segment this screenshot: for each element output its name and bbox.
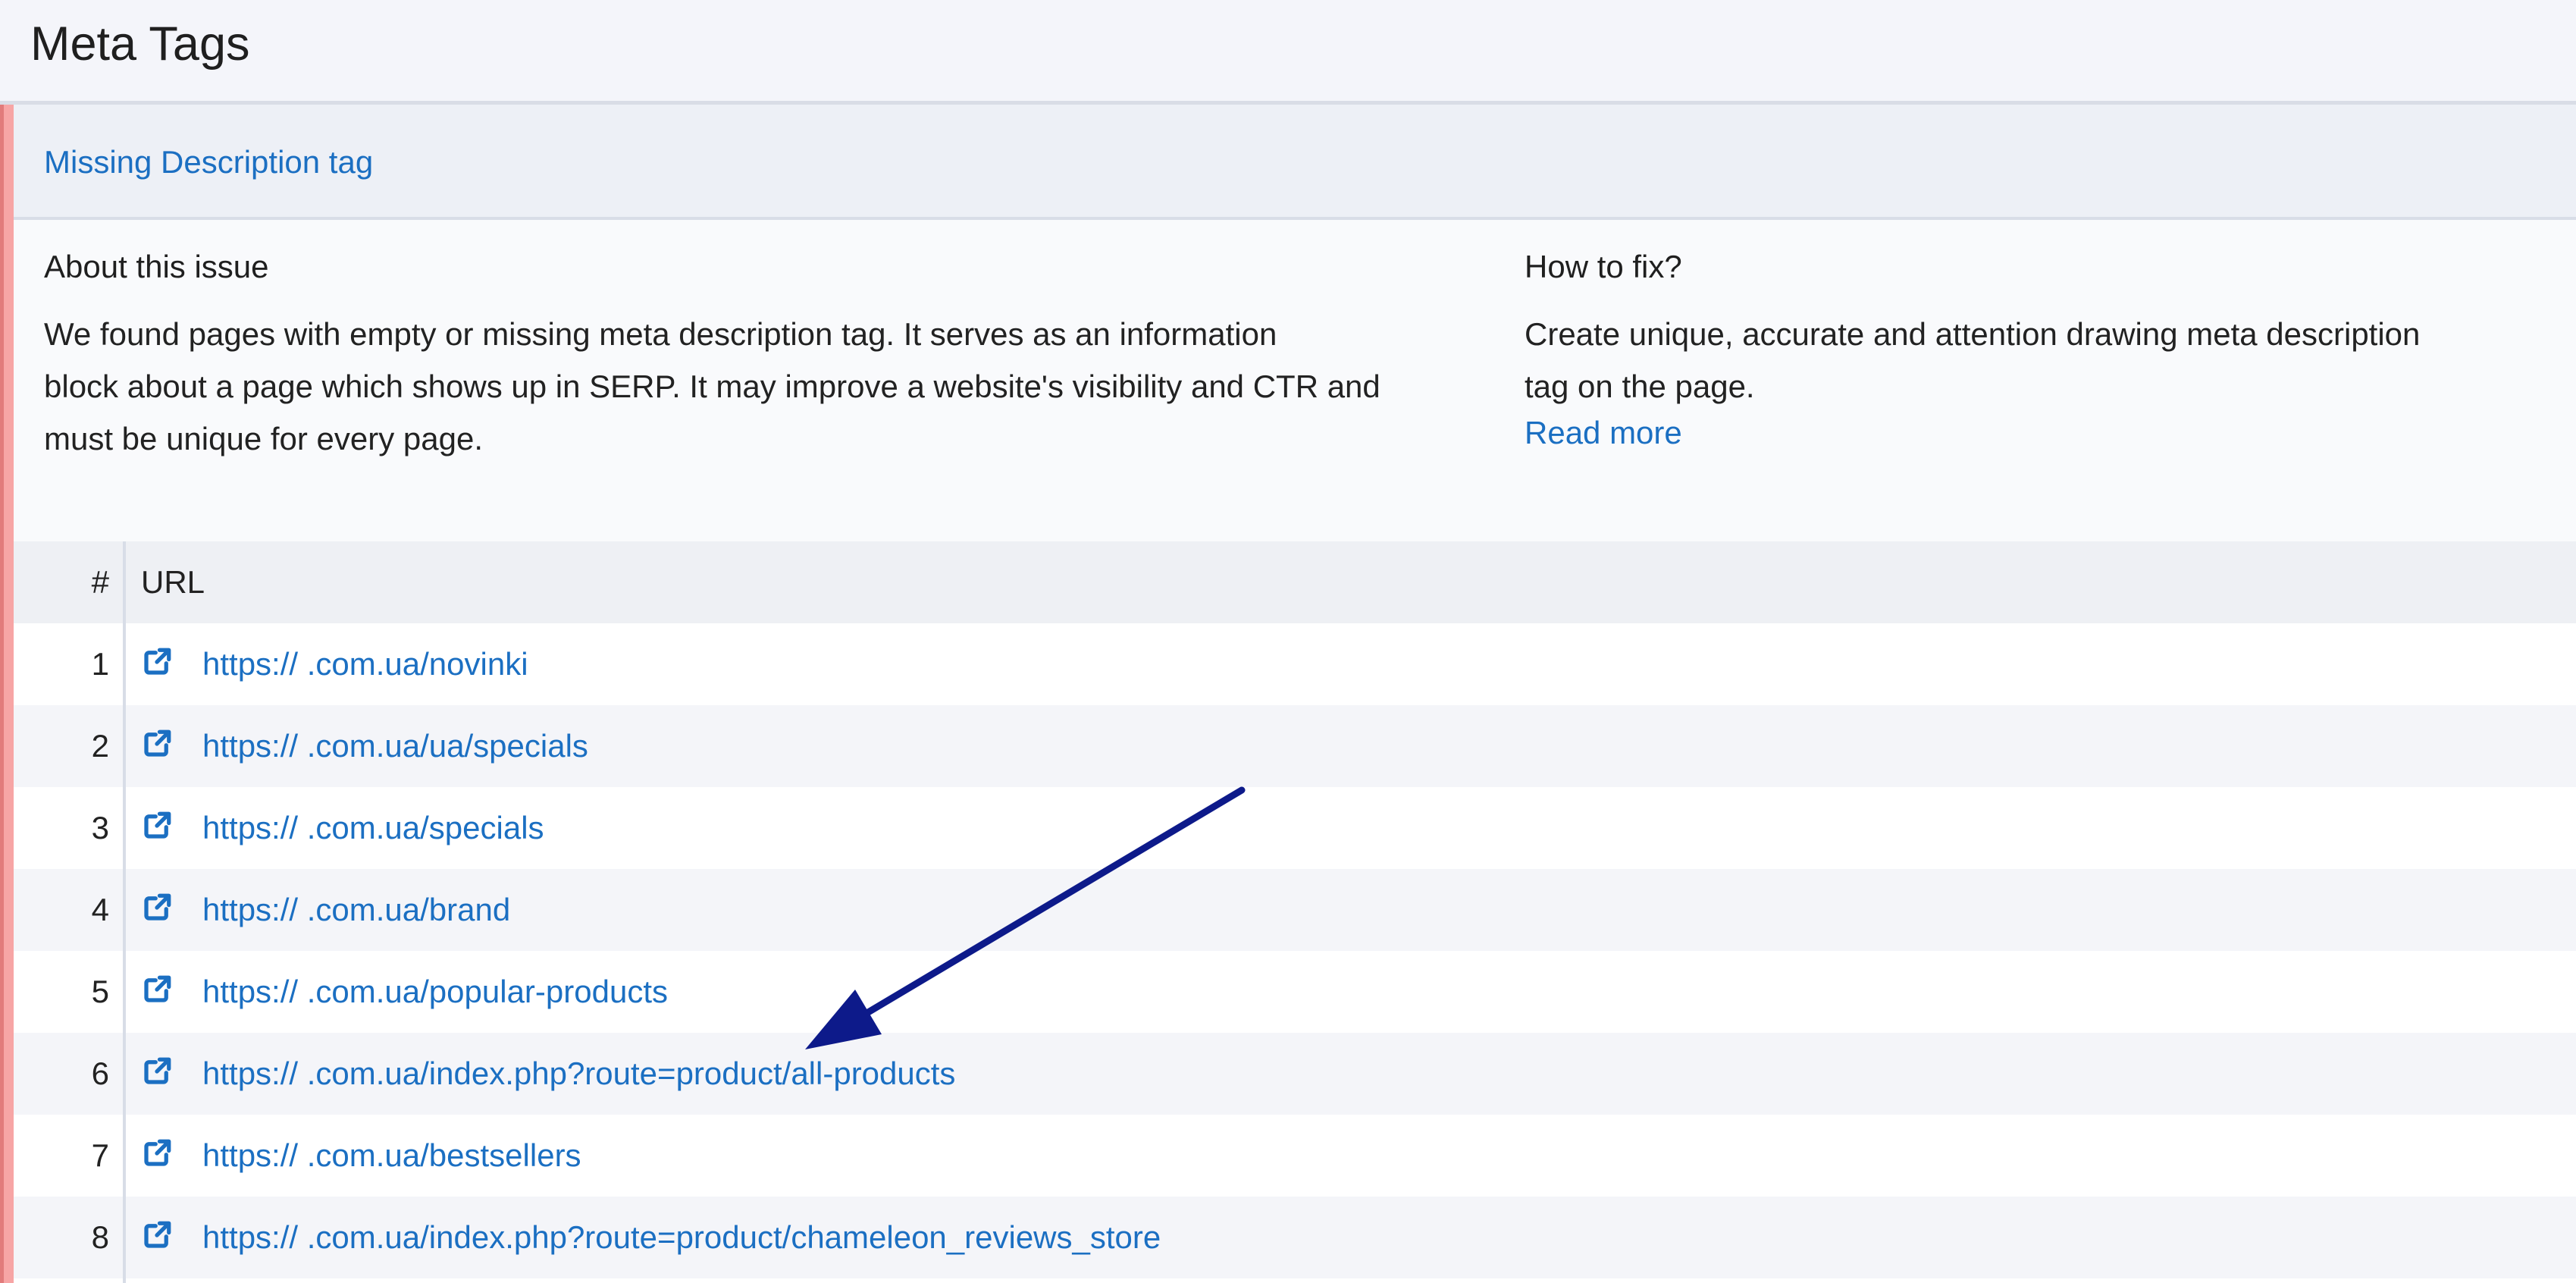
page-title: Meta Tags (30, 17, 250, 71)
fix-heading: How to fix? (1525, 249, 1682, 284)
about-line: block about a page which shows up in SER… (44, 369, 1380, 404)
fix-text: Create unique, accurate and attention dr… (1525, 308, 2420, 413)
url-table: # URL 1 https:// .com.ua/novinki 2 https… (14, 541, 2576, 1283)
table-header-row: # URL (14, 541, 2576, 623)
column-divider (123, 541, 126, 1283)
row-number: 4 (91, 892, 109, 927)
url-link[interactable]: https:// .com.ua/popular-products (202, 972, 668, 1012)
url-link[interactable]: https:// .com.ua/ua/specials (202, 726, 588, 766)
external-link-icon[interactable] (141, 646, 173, 678)
url-link[interactable]: https:// .com.ua/specials (202, 808, 544, 848)
external-link-icon[interactable] (141, 728, 173, 760)
issue-card: Missing Description tag About this issue… (0, 105, 2576, 1283)
external-link-icon[interactable] (141, 974, 173, 1005)
table-row: 7 https:// .com.ua/bestsellers (14, 1115, 2576, 1197)
table-row: 6 https:// .com.ua/index.php?route=produ… (14, 1033, 2576, 1115)
external-link-icon[interactable] (141, 1137, 173, 1169)
issue-title[interactable]: Missing Description tag (44, 143, 373, 182)
table-row: 5 https:// .com.ua/popular-products (14, 951, 2576, 1033)
row-number: 3 (91, 810, 109, 845)
table-row: 4 https:// .com.ua/brand (14, 869, 2576, 951)
column-header-url[interactable]: URL (141, 563, 205, 602)
fix-line: Create unique, accurate and attention dr… (1525, 316, 2421, 352)
url-link[interactable]: https:// .com.ua/index.php?route=product… (202, 1054, 955, 1093)
issue-info: About this issue We found pages with emp… (14, 220, 2576, 541)
row-number: 2 (91, 728, 109, 764)
row-number: 1 (91, 646, 109, 682)
fix-line: tag on the page. (1525, 369, 1755, 404)
issue-header[interactable]: Missing Description tag (14, 105, 2576, 220)
about-text: We found pages with empty or missing met… (44, 308, 1380, 465)
external-link-icon[interactable] (141, 1219, 173, 1251)
external-link-icon[interactable] (141, 1056, 173, 1087)
read-more-link[interactable]: Read more (1525, 413, 1682, 453)
row-number: 7 (91, 1137, 109, 1173)
table-row: 8 https:// .com.ua/index.php?route=produ… (14, 1197, 2576, 1278)
external-link-icon[interactable] (141, 892, 173, 924)
about-heading: About this issue (44, 249, 269, 284)
url-link[interactable]: https:// .com.ua/novinki (202, 645, 528, 684)
table-row: 3 https:// .com.ua/specials (14, 787, 2576, 869)
url-link[interactable]: https:// .com.ua/bestsellers (202, 1136, 581, 1175)
table-row: 2 https:// .com.ua/ua/specials (14, 705, 2576, 787)
row-number: 5 (91, 974, 109, 1009)
issue-severity-edge (0, 105, 4, 1283)
about-line: must be unique for every page. (44, 421, 484, 456)
row-number: 6 (91, 1056, 109, 1091)
row-number: 8 (91, 1219, 109, 1255)
external-link-icon[interactable] (141, 810, 173, 842)
url-link[interactable]: https:// .com.ua/index.php?route=product… (202, 1218, 1161, 1257)
about-line: We found pages with empty or missing met… (44, 316, 1277, 352)
column-header-number: # (91, 564, 109, 600)
table-row: 1 https:// .com.ua/novinki (14, 623, 2576, 705)
url-link[interactable]: https:// .com.ua/brand (202, 890, 510, 930)
page-header: Meta Tags (0, 0, 2576, 105)
